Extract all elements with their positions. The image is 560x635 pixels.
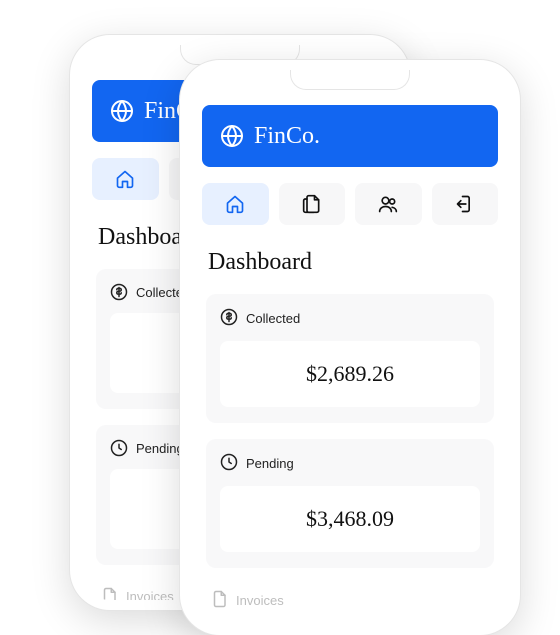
- card-header-pending: Pending: [220, 453, 480, 474]
- tab-home[interactable]: [202, 183, 269, 225]
- card-pending-label: Pending: [136, 441, 184, 456]
- tab-users[interactable]: [355, 183, 422, 225]
- content: Dashboard Collected $2,689.26 Pe: [190, 235, 510, 625]
- tab-documents[interactable]: [279, 183, 346, 225]
- phone-notch: [290, 68, 410, 90]
- dollar-circle-icon: [220, 308, 238, 329]
- globe-icon: [110, 99, 134, 123]
- card-collected-label: Collected: [246, 311, 300, 326]
- card-pending: Pending $3,468.09: [206, 439, 494, 568]
- section-invoices: Invoices: [206, 584, 494, 617]
- collected-amount: $2,689.26: [306, 361, 394, 387]
- pending-amount: $3,468.09: [306, 506, 394, 532]
- invoices-label: Invoices: [126, 589, 174, 601]
- globe-icon: [220, 124, 244, 148]
- clock-icon: [220, 453, 238, 474]
- phone-mockup-front: FinCo. Dashboard C: [180, 60, 520, 635]
- card-body: $3,468.09: [220, 486, 480, 552]
- screen: FinCo. Dashboard C: [190, 70, 510, 625]
- card-header-collected: Collected: [220, 308, 480, 329]
- app-header: FinCo.: [202, 105, 498, 167]
- tab-logout[interactable]: [432, 183, 499, 225]
- card-collected: Collected $2,689.26: [206, 294, 494, 423]
- document-icon: [210, 590, 228, 611]
- invoices-label: Invoices: [236, 593, 284, 608]
- brand-name: FinCo.: [254, 123, 320, 150]
- card-body: $2,689.26: [220, 341, 480, 407]
- tab-home[interactable]: [92, 158, 159, 200]
- page-title: Dashboard: [208, 249, 492, 276]
- card-pending-label: Pending: [246, 456, 294, 471]
- tab-bar: [190, 177, 510, 235]
